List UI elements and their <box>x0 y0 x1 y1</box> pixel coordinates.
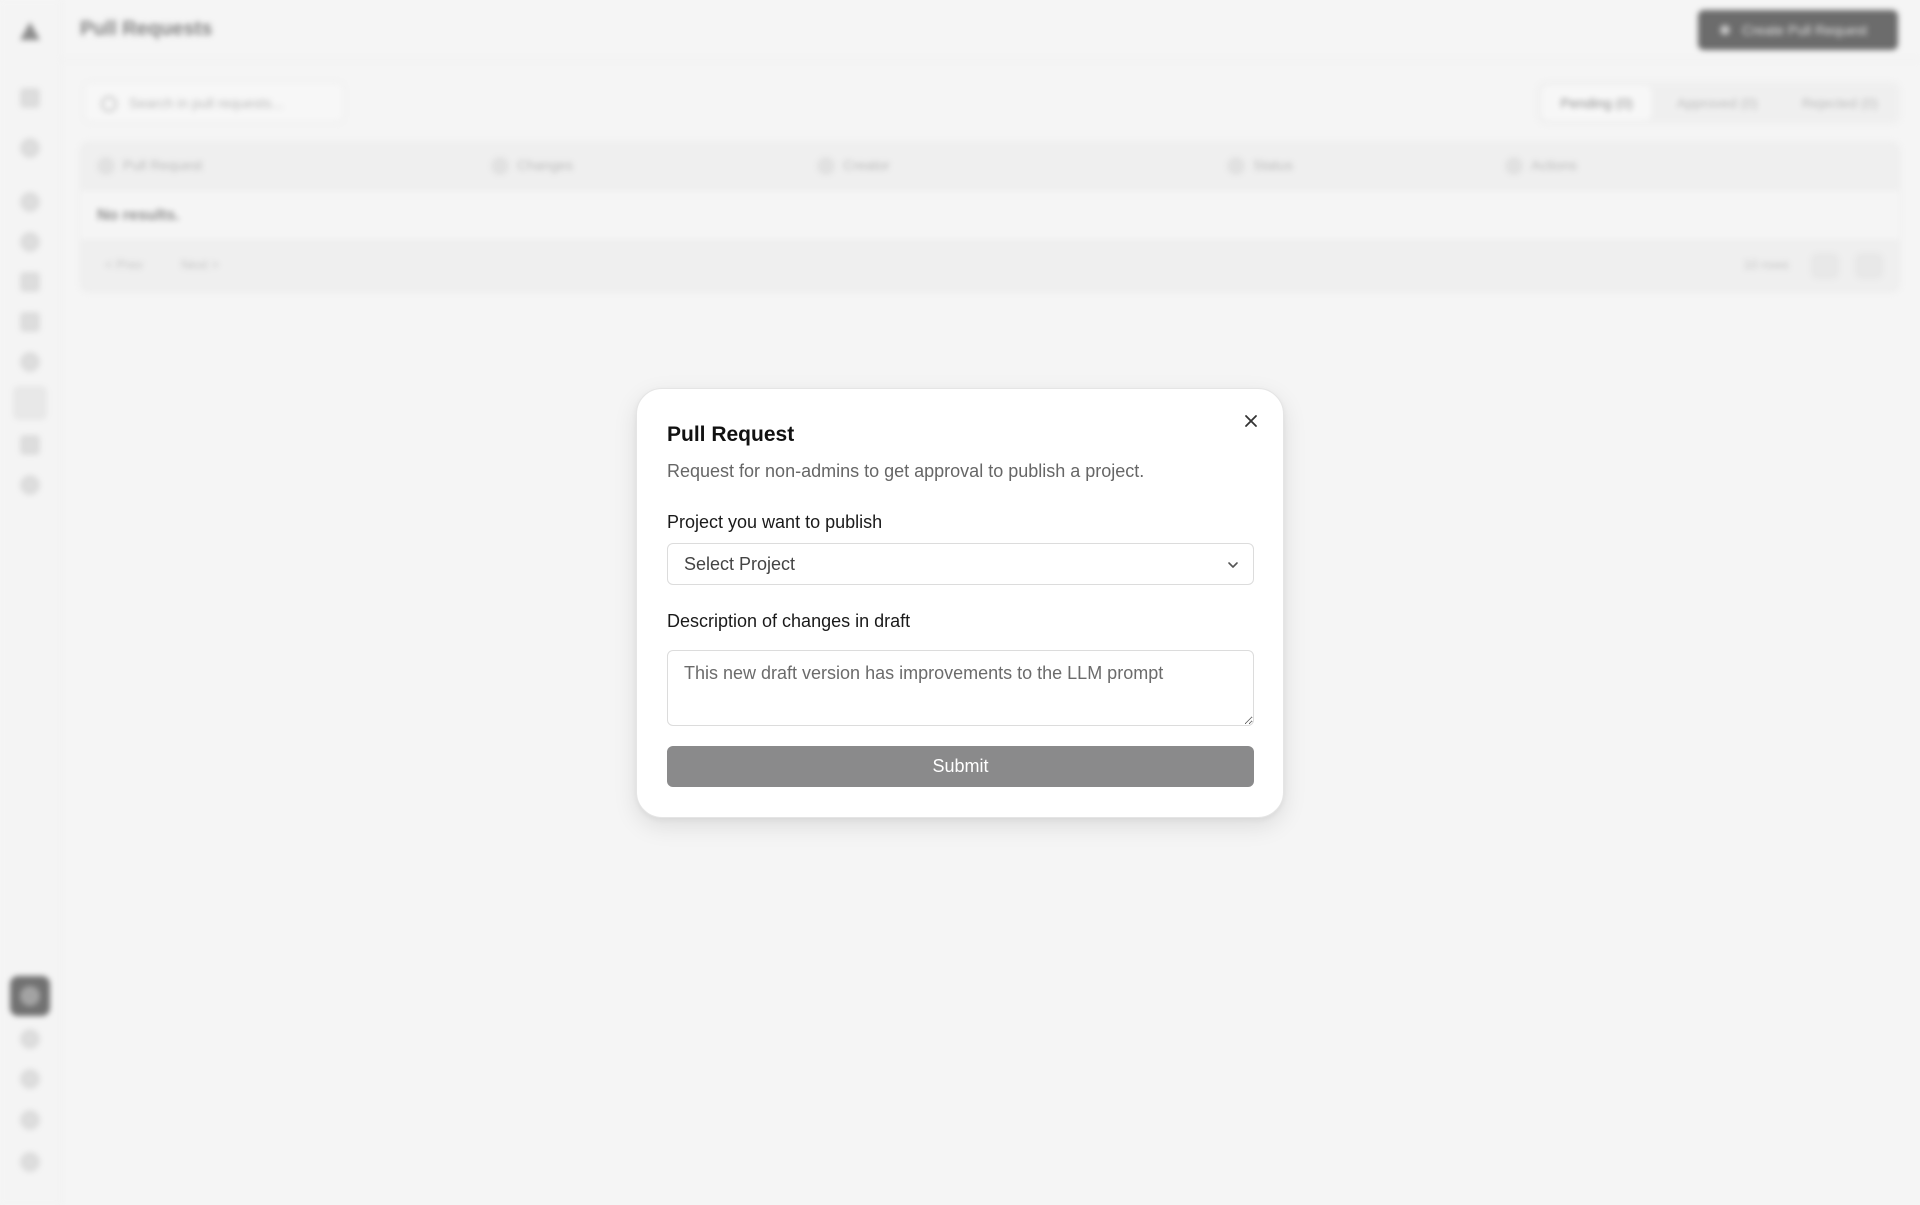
chevron-down-icon <box>1228 562 1238 568</box>
close-button[interactable] <box>1239 409 1263 433</box>
description-label: Description of changes in draft <box>667 611 911 631</box>
dialog-description: Request for non-admins to get approval t… <box>667 461 1145 481</box>
dialog-title: Pull Request <box>667 423 795 446</box>
description-textarea[interactable] <box>667 650 1254 726</box>
submit-button[interactable]: Submit <box>667 746 1254 787</box>
close-icon <box>1245 415 1257 427</box>
project-select-value: Select Project <box>684 554 796 574</box>
pull-request-dialog: Pull Request Request for non-admins to g… <box>636 388 1284 818</box>
project-label: Project you want to publish <box>667 512 883 532</box>
project-select[interactable]: Select Project <box>667 543 1254 585</box>
